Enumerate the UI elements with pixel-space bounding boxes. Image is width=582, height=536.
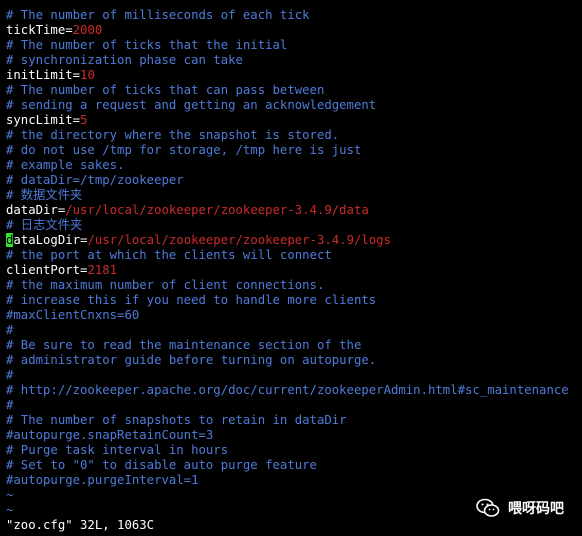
editor-line[interactable]: # http://zookeeper.apache.org/doc/curren… <box>6 383 582 398</box>
config-key: dataDir= <box>6 203 66 217</box>
watermark-text: 喂呀码吧 <box>508 501 564 517</box>
vim-editor[interactable]: # The number of milliseconds of each tic… <box>0 0 582 536</box>
editor-line[interactable]: # Be sure to read the maintenance sectio… <box>6 338 582 353</box>
comment-text: # the maximum number of client connectio… <box>6 278 325 292</box>
config-value: /usr/local/zookeeper/zookeeper-3.4.9/log… <box>87 233 391 247</box>
editor-line[interactable]: # The number of ticks that the initial <box>6 38 582 53</box>
comment-text: # example sakes. <box>6 158 125 172</box>
comment-text: # 日志文件夹 <box>6 218 83 232</box>
empty-line-marker: ~ <box>6 503 14 517</box>
config-key: dataLogDir= <box>6 233 88 247</box>
editor-line[interactable]: #autopurge.snapRetainCount=3 <box>6 428 582 443</box>
editor-line[interactable]: # increase this if you need to handle mo… <box>6 293 582 308</box>
editor-line[interactable]: syncLimit=5 <box>6 113 582 128</box>
config-value: 5 <box>80 113 88 127</box>
editor-line[interactable]: # administrator guide before turning on … <box>6 353 582 368</box>
editor-line[interactable]: # sending a request and getting an ackno… <box>6 98 582 113</box>
editor-line[interactable]: # Purge task interval in hours <box>6 443 582 458</box>
editor-line[interactable]: dataDir=/usr/local/zookeeper/zookeeper-3… <box>6 203 582 218</box>
editor-line[interactable]: # the directory where the snapshot is st… <box>6 128 582 143</box>
status-line: "zoo.cfg" 32L, 1063C <box>6 518 155 532</box>
comment-text: # Purge task interval in hours <box>6 443 229 457</box>
editor-line[interactable]: # example sakes. <box>6 158 582 173</box>
editor-line[interactable]: # the maximum number of client connectio… <box>6 278 582 293</box>
editor-line[interactable]: # <box>6 323 582 338</box>
config-key: tickTime= <box>6 23 73 37</box>
config-key: initLimit= <box>6 68 81 82</box>
editor-line[interactable]: dataLogDir=/usr/local/zookeeper/zookeepe… <box>6 233 582 248</box>
editor-line[interactable]: # do not use /tmp for storage, /tmp here… <box>6 143 582 158</box>
comment-text: # the port at which the clients will con… <box>6 248 332 262</box>
comment-text: # 数据文件夹 <box>6 188 83 202</box>
text-cursor: d <box>6 233 14 247</box>
comment-text: # sending a request and getting an ackno… <box>6 98 377 112</box>
editor-line[interactable]: # The number of snapshots to retain in d… <box>6 413 582 428</box>
comment-text: # increase this if you need to handle mo… <box>6 293 377 307</box>
config-value: 10 <box>80 68 95 82</box>
editor-line[interactable]: # <box>6 368 582 383</box>
editor-line[interactable]: initLimit=10 <box>6 68 582 83</box>
editor-line[interactable]: # The number of milliseconds of each tic… <box>6 8 582 23</box>
comment-text: # http://zookeeper.apache.org/doc/curren… <box>6 383 569 397</box>
watermark: 喂呀码吧 <box>476 498 564 518</box>
editor-line[interactable]: # 数据文件夹 <box>6 188 582 203</box>
comment-text: # The number of milliseconds of each tic… <box>6 8 310 22</box>
editor-line[interactable]: # synchronization phase can take <box>6 53 582 68</box>
comment-text: # the directory where the snapshot is st… <box>6 128 340 142</box>
wechat-icon <box>476 498 500 517</box>
comment-text: # The number of ticks that can pass betw… <box>6 83 325 97</box>
editor-line[interactable]: # Set to "0" to disable auto purge featu… <box>6 458 582 473</box>
comment-text: #autopurge.snapRetainCount=3 <box>6 428 214 442</box>
comment-text: # <box>6 368 14 382</box>
editor-line[interactable]: #maxClientCnxns=60 <box>6 308 582 323</box>
config-value: /usr/local/zookeeper/zookeeper-3.4.9/dat… <box>65 203 369 217</box>
editor-line[interactable]: # The number of ticks that can pass betw… <box>6 83 582 98</box>
config-key: syncLimit= <box>6 113 81 127</box>
comment-text: # <box>6 398 14 412</box>
comment-text: # The number of snapshots to retain in d… <box>6 413 347 427</box>
config-value: 2000 <box>72 23 103 37</box>
comment-text: # The number of ticks that the initial <box>6 38 288 52</box>
editor-buffer[interactable]: # The number of milliseconds of each tic… <box>6 8 582 518</box>
editor-line[interactable]: # 日志文件夹 <box>6 218 582 233</box>
comment-text: # <box>6 323 14 337</box>
comment-text: #maxClientCnxns=60 <box>6 308 140 322</box>
comment-text: # Be sure to read the maintenance sectio… <box>6 338 362 352</box>
config-key: clientPort= <box>6 263 88 277</box>
editor-line[interactable]: # the port at which the clients will con… <box>6 248 582 263</box>
empty-line-marker: ~ <box>6 488 14 502</box>
editor-line[interactable]: #autopurge.purgeInterval=1 <box>6 473 582 488</box>
comment-text: # dataDir=/tmp/zookeeper <box>6 173 184 187</box>
comment-text: #autopurge.purgeInterval=1 <box>6 473 199 487</box>
editor-line[interactable]: # dataDir=/tmp/zookeeper <box>6 173 582 188</box>
comment-text: # administrator guide before turning on … <box>6 353 377 367</box>
editor-line[interactable]: # <box>6 398 582 413</box>
comment-text: # synchronization phase can take <box>6 53 243 67</box>
comment-text: # Set to "0" to disable auto purge featu… <box>6 458 317 472</box>
config-value: 2181 <box>87 263 118 277</box>
comment-text: # do not use /tmp for storage, /tmp here… <box>6 143 362 157</box>
editor-line[interactable]: tickTime=2000 <box>6 23 582 38</box>
editor-line[interactable]: clientPort=2181 <box>6 263 582 278</box>
